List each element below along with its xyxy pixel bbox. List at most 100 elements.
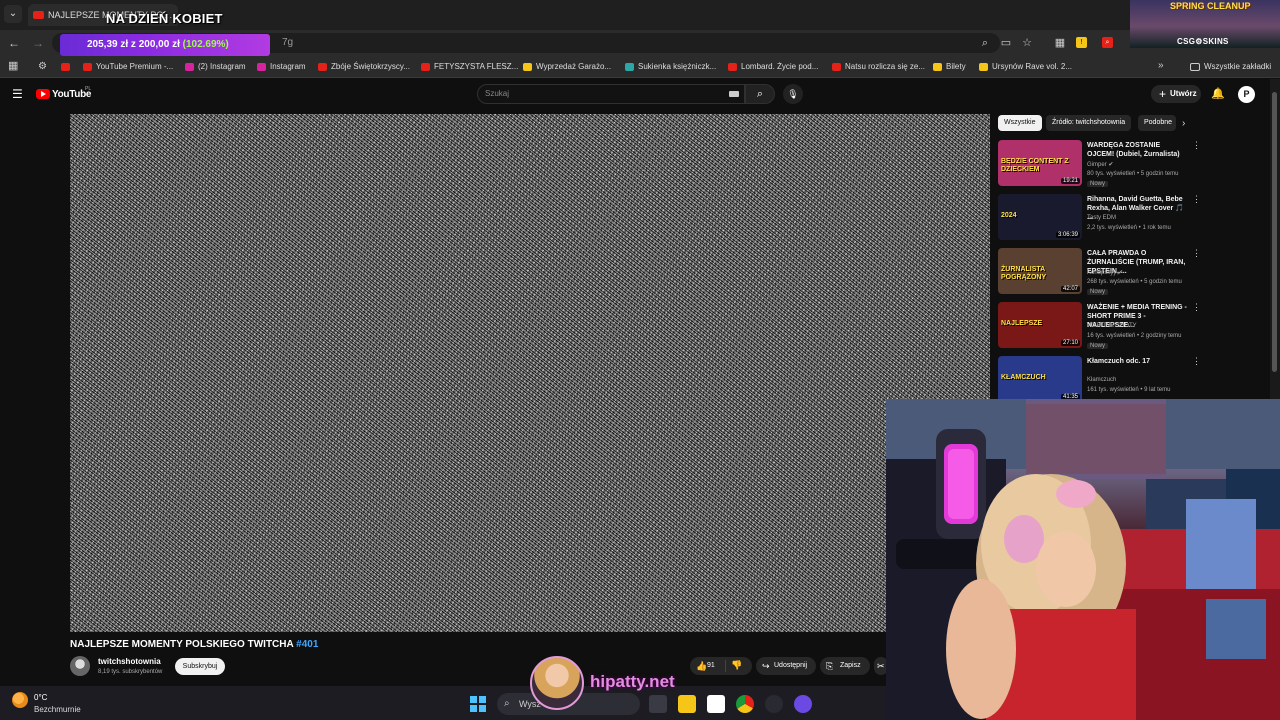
scissors-icon: ✂	[877, 661, 885, 671]
search-input[interactable]: Szukaj	[477, 84, 745, 104]
rec-meta: 268 tys. wyświetleń • 5 godzin temu	[1087, 279, 1182, 285]
extension-red-icon[interactable]: ⌕	[1102, 37, 1113, 48]
all-bookmarks-button[interactable]: Wszystkie zakładki	[1190, 60, 1271, 74]
bookmark-item[interactable]: Sukienka księżniczk...	[625, 60, 716, 74]
channel-name[interactable]: twitchshotownia	[98, 657, 161, 666]
rec-channel[interactable]: Tasty EDM	[1087, 215, 1116, 221]
rec-meta: 16 tys. wyświetleń • 2 godziny temu	[1087, 333, 1182, 339]
chip-source[interactable]: Źródło: twitchshotownia	[1046, 115, 1132, 131]
weather-description[interactable]: Bezchmurnie	[34, 705, 81, 714]
bookmark-item[interactable]: FETYSZYSTA FLESZ...	[421, 60, 518, 74]
bookmark-favicon-icon	[832, 63, 841, 71]
chip-all[interactable]: Wszystkie	[998, 115, 1042, 131]
bookmark-favicon-icon	[257, 63, 266, 71]
video-player[interactable]	[70, 114, 990, 632]
task-view-icon[interactable]	[649, 695, 667, 713]
search-button[interactable]: ⌕	[745, 84, 775, 104]
chip-related[interactable]: Podobne	[1138, 115, 1176, 131]
bookmark-item[interactable]: Bilety	[933, 60, 966, 74]
file-explorer-icon[interactable]	[678, 695, 696, 713]
weather-temperature[interactable]: 0°C	[34, 693, 47, 702]
youtube-bookmark-icon[interactable]	[61, 63, 70, 71]
rec-thumbnail[interactable]: NAJLEPSZE 27:10	[998, 302, 1082, 348]
rec-more-icon[interactable]: ⋮	[1192, 194, 1201, 205]
rec-thumbnail[interactable]: ŻURNALISTA POGRĄŻONY 42:07	[998, 248, 1082, 294]
bookmark-favicon-icon	[185, 63, 194, 71]
windows-start-icon[interactable]	[470, 696, 486, 712]
thumbs-up-icon: 👍	[696, 661, 708, 671]
rec-new-badge: Nowy	[1087, 289, 1109, 295]
rec-channel[interactable]: Kłamczuch	[1087, 377, 1116, 383]
save-button[interactable]: ⎘ Zapisz	[820, 657, 870, 675]
rec-more-icon[interactable]: ⋮	[1192, 356, 1201, 367]
channel-avatar[interactable]	[70, 656, 90, 676]
rec-thumbnail[interactable]: BĘDZIE CONTENT Z DZIECKIEM 19:21	[998, 140, 1082, 186]
keyboard-icon[interactable]	[729, 91, 739, 97]
settings-icon[interactable]: ⚙	[38, 61, 47, 72]
youtube-logo-icon[interactable]	[36, 89, 50, 99]
bookmark-item[interactable]: Instagram	[257, 60, 306, 74]
voice-search-button[interactable]: 🎙	[783, 84, 803, 104]
back-icon[interactable]: ←	[6, 35, 22, 51]
rec-thumbnail[interactable]: 2024 3:06:39	[998, 194, 1082, 240]
bookmark-item[interactable]: (2) Instagram	[185, 60, 246, 74]
rec-title[interactable]: Kłamczuch odc. 17	[1087, 357, 1187, 366]
rec-more-icon[interactable]: ⋮	[1192, 302, 1201, 313]
rec-thumbnail[interactable]: KŁAMCZUCH 41:35	[998, 356, 1082, 402]
streamer-website: hipatty.net	[590, 672, 675, 691]
microphone-icon: 🎙	[787, 89, 799, 99]
rec-new-badge: Nowy	[1087, 343, 1109, 349]
rec-meta: 2,2 tys. wyświetleń • 1 rok temu	[1087, 225, 1171, 231]
hamburger-menu-icon[interactable]: ☰	[12, 88, 24, 100]
cast-icon[interactable]: ▭	[998, 35, 1014, 51]
forward-icon[interactable]: →	[30, 35, 46, 51]
create-button[interactable]: + Utwórz	[1151, 85, 1201, 103]
like-button[interactable]: 👍 91	[690, 657, 752, 675]
rec-title[interactable]: WARDĘGA ZOSTANIE OJCEM! (Dubiel, Żurnali…	[1087, 141, 1187, 159]
rec-channel[interactable]: Konopskyy ✔	[1087, 269, 1123, 276]
bookmark-icon: ⎘	[826, 661, 834, 671]
weather-icon[interactable]	[12, 692, 28, 708]
bookmark-item[interactable]: Wyprzedaż Garażo...	[523, 60, 611, 74]
video-hashtag[interactable]: #401	[296, 639, 318, 650]
like-divider	[725, 660, 726, 672]
rec-meta: 161 tys. wyświetleń • 9 lat temu	[1087, 387, 1171, 393]
store-icon[interactable]	[707, 695, 725, 713]
notifications-bell-icon[interactable]: 🔔	[1211, 87, 1225, 101]
like-count: 91	[707, 662, 715, 669]
search-icon: ⌕	[504, 698, 510, 709]
rec-more-icon[interactable]: ⋮	[1192, 248, 1201, 259]
bookmarks-overflow-icon[interactable]: »	[1158, 60, 1164, 71]
bookmark-favicon-icon	[318, 63, 327, 71]
donation-goal-amount: 205,39 zł z 200,00 zł	[87, 39, 180, 50]
chip-next-icon[interactable]: ›	[1182, 118, 1185, 129]
apps-grid-icon[interactable]: ▦	[8, 60, 18, 72]
rec-more-icon[interactable]: ⋮	[1192, 140, 1201, 151]
video-title-text: NAJLEPSZE MOMENTY POLSKIEGO TWITCHA	[70, 639, 294, 650]
bookmark-item[interactable]: Natsu rozlicza się ze...	[832, 60, 925, 74]
rec-channel[interactable]: WYBITNE SHOTY	[1087, 323, 1137, 329]
bookmark-item[interactable]: Ursynów Rave vol. 2...	[979, 60, 1072, 74]
page-scrollbar-thumb[interactable]	[1272, 92, 1277, 372]
rec-channel[interactable]: Gimper ✔	[1087, 161, 1113, 168]
url-text: 7g	[282, 37, 294, 48]
plus-icon: +	[1159, 87, 1167, 101]
app-icon[interactable]	[794, 695, 812, 713]
account-avatar[interactable]: P	[1238, 86, 1255, 103]
tab-search-dropdown-icon[interactable]: ⌄	[4, 5, 22, 23]
bookmark-star-icon[interactable]: ☆	[1019, 35, 1035, 51]
youtube-favicon-icon	[33, 11, 44, 19]
extension-icon[interactable]: ▦	[1052, 35, 1068, 51]
bookmark-favicon-icon	[728, 63, 737, 71]
chrome-icon[interactable]	[736, 695, 754, 713]
obs-icon[interactable]	[765, 695, 783, 713]
bookmark-item[interactable]: YouTube Premium -...	[83, 60, 173, 74]
bookmark-item[interactable]: Lombard. Życie pod...	[728, 60, 818, 74]
zoom-icon[interactable]: ⌕	[977, 35, 993, 51]
rec-thumbnail-text: 2024	[1001, 212, 1017, 219]
extension-yellow-icon[interactable]: !	[1076, 37, 1087, 48]
share-button[interactable]: ↪ Udostępnij	[756, 657, 816, 675]
subscribe-button[interactable]: Subskrybuj	[175, 658, 225, 675]
bookmark-item[interactable]: Zbóje Świętokrzyscy...	[318, 60, 410, 74]
thumbs-down-icon[interactable]: 👎	[731, 660, 742, 671]
